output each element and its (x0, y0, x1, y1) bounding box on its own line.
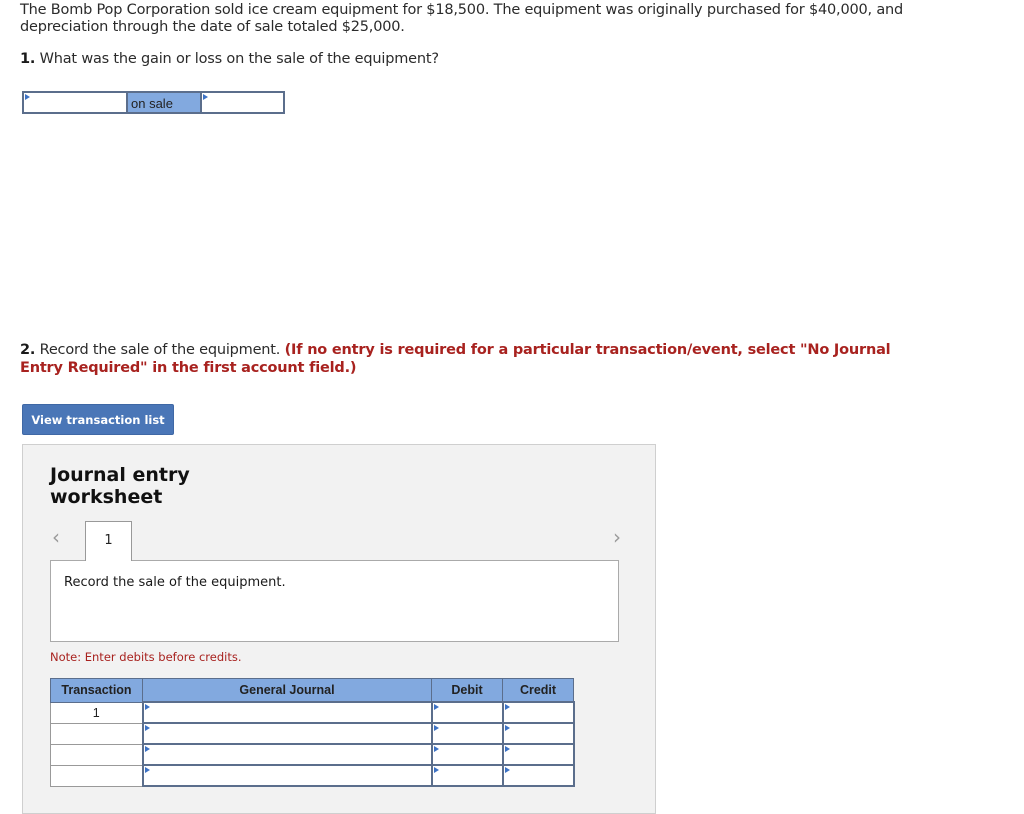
dropdown-indicator-icon (144, 767, 150, 773)
gain-loss-select[interactable] (24, 93, 128, 112)
journal-entry-worksheet: Journal entry worksheet ‹ › 1 Record the… (22, 444, 656, 814)
problem-line-1: The Bomb Pop Corporation sold ice cream … (20, 2, 904, 18)
header-credit: Credit (502, 678, 574, 703)
dropdown-indicator-icon (144, 704, 150, 710)
input-indicator-icon (433, 767, 439, 773)
debit-input[interactable] (430, 764, 504, 787)
transaction-number (50, 743, 143, 766)
account-select[interactable] (141, 722, 433, 745)
debit-input[interactable] (430, 722, 504, 745)
on-sale-label: on sale (128, 93, 202, 112)
worksheet-description: Record the sale of the equipment. (50, 560, 619, 642)
account-select[interactable] (141, 701, 433, 724)
credit-input[interactable] (501, 743, 575, 766)
debit-input[interactable] (430, 743, 504, 766)
input-indicator-icon (504, 746, 510, 752)
chevron-right-icon[interactable]: › (613, 525, 621, 549)
view-transaction-list-button[interactable]: View transaction list (22, 404, 174, 435)
input-indicator-icon (504, 704, 510, 710)
input-indicator-icon (433, 746, 439, 752)
gain-loss-answer-row: on sale (22, 91, 285, 114)
worksheet-tab-1[interactable]: 1 (85, 521, 132, 561)
transaction-number: 1 (50, 701, 143, 724)
problem-statement: The Bomb Pop Corporation sold ice cream … (20, 2, 920, 36)
problem-line-2: depreciation through the date of sale to… (20, 19, 405, 35)
header-debit: Debit (431, 678, 503, 703)
chevron-left-icon[interactable]: ‹ (52, 525, 60, 549)
input-indicator-icon (504, 767, 510, 773)
table-row (50, 764, 575, 787)
journal-table: Transaction General Journal Debit Credit… (50, 678, 575, 787)
header-general-journal: General Journal (142, 678, 432, 703)
worksheet-title: Journal entry worksheet (50, 464, 190, 508)
header-transaction: Transaction (50, 678, 143, 703)
input-indicator-icon (433, 725, 439, 731)
gain-loss-amount-input[interactable] (202, 93, 283, 112)
table-row (50, 722, 575, 745)
question-1: 1. What was the gain or loss on the sale… (20, 51, 439, 67)
input-indicator-icon (504, 725, 510, 731)
debit-input[interactable] (430, 701, 504, 724)
input-indicator-icon (433, 704, 439, 710)
account-select[interactable] (141, 743, 433, 766)
account-select[interactable] (141, 764, 433, 787)
table-row: 1 (50, 701, 575, 724)
dropdown-indicator-icon (144, 725, 150, 731)
question-2-text: Record the sale of the equipment. (35, 342, 285, 358)
table-row (50, 743, 575, 766)
transaction-number (50, 764, 143, 787)
input-indicator-icon (203, 94, 208, 100)
credit-input[interactable] (501, 764, 575, 787)
credit-input[interactable] (501, 701, 575, 724)
worksheet-note: Note: Enter debits before credits. (50, 650, 242, 664)
question-1-number: 1. (20, 51, 36, 67)
dropdown-indicator-icon (144, 746, 150, 752)
dropdown-indicator-icon (25, 94, 30, 100)
question-1-text: What was the gain or loss on the sale of… (35, 51, 439, 67)
question-2-number: 2. (20, 342, 36, 358)
credit-input[interactable] (501, 722, 575, 745)
question-2: 2. Record the sale of the equipment. (If… (20, 341, 920, 377)
transaction-number (50, 722, 143, 745)
